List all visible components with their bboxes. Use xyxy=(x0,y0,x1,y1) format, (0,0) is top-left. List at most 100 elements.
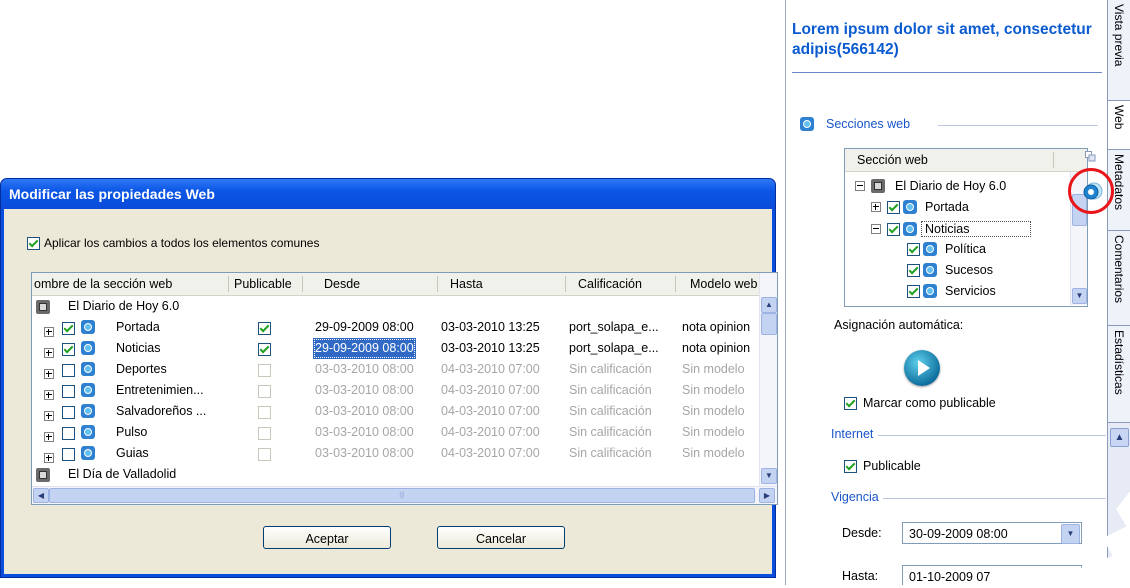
publicable-checkbox[interactable] xyxy=(258,343,271,356)
scroll-right-icon[interactable]: ▶ xyxy=(759,488,775,503)
list-row-root[interactable]: El Diario de Hoy 6.0 xyxy=(32,296,777,317)
expand-icon[interactable] xyxy=(44,390,54,400)
row-checkbox[interactable] xyxy=(62,343,75,356)
sucesos-checkbox[interactable] xyxy=(907,263,920,277)
row-calificacion[interactable]: port_solapa_e... xyxy=(569,338,659,359)
dialog-title[interactable]: Modificar las propiedades Web xyxy=(1,179,775,209)
expand-icon[interactable] xyxy=(44,453,54,463)
column-separator[interactable] xyxy=(228,276,229,292)
column-separator[interactable] xyxy=(675,276,676,292)
tab-web[interactable]: Web xyxy=(1108,101,1130,150)
tree-column-header[interactable]: Sección web xyxy=(845,149,1087,172)
table-row[interactable]: Guias 03-03-2010 08:00 04-03-2010 07:00 … xyxy=(32,443,777,464)
table-row[interactable]: Noticias 29-09-2009 08:00 03-03-2010 13:… xyxy=(32,338,777,359)
apply-all-option[interactable]: Aplicar los cambios a todos los elemento… xyxy=(27,236,319,250)
chevron-down-icon[interactable]: ▼ xyxy=(1061,524,1080,544)
row-hasta[interactable]: 03-03-2010 13:25 xyxy=(441,317,540,338)
publishable-checkbox[interactable] xyxy=(844,459,857,473)
scroll-down-icon[interactable]: ▼ xyxy=(761,468,777,484)
row-calificacion[interactable]: port_solapa_e... xyxy=(569,317,659,338)
tree-node-servicios[interactable]: Servicios xyxy=(907,284,996,298)
desde-value: 30-09-2009 08:00 xyxy=(909,527,1008,541)
tree-node-sucesos[interactable]: Sucesos xyxy=(907,263,993,277)
mark-publishable-checkbox[interactable] xyxy=(844,396,857,410)
cancel-button[interactable]: Cancelar xyxy=(437,526,565,549)
tab-label: Vista previa xyxy=(1112,4,1126,67)
tab-vista-previa[interactable]: Vista previa xyxy=(1108,0,1130,101)
row-calificacion: Sin calificación xyxy=(569,404,652,418)
tab-comentarios[interactable]: Comentarios xyxy=(1108,231,1130,326)
tree-node-politica[interactable]: Política xyxy=(907,242,986,256)
web-sections-list[interactable]: ombre de la sección web Publicable Desde… xyxy=(31,272,778,505)
tree-node-root[interactable]: El Diario de Hoy 6.0 xyxy=(855,179,1006,193)
row-modelo[interactable]: nota opinion xyxy=(682,338,750,359)
row-checkbox[interactable] xyxy=(62,448,75,461)
portada-checkbox[interactable] xyxy=(887,200,900,214)
scroll-down-icon[interactable]: ▼ xyxy=(1072,288,1087,304)
copy-icon[interactable] xyxy=(1085,151,1096,162)
row-checkbox[interactable] xyxy=(62,427,75,440)
column-separator[interactable] xyxy=(565,276,566,292)
column-header-name[interactable]: ombre de la sección web xyxy=(34,273,172,295)
row-modelo: Sin modelo xyxy=(682,446,745,460)
column-header-desde[interactable]: Desde xyxy=(324,273,360,295)
column-separator[interactable] xyxy=(437,276,438,292)
scroll-left-icon[interactable]: ◀ xyxy=(33,488,49,503)
list-vertical-scrollbar[interactable]: ▲ ▼ xyxy=(759,273,777,486)
table-row[interactable]: Entretenimien... 03-03-2010 08:00 04-03-… xyxy=(32,380,777,401)
row-name: Portada xyxy=(116,320,160,334)
row-checkbox[interactable] xyxy=(62,385,75,398)
table-row[interactable]: Portada 29-09-2009 08:00 03-03-2010 13:2… xyxy=(32,317,777,338)
list-horizontal-scrollbar[interactable]: ◀ ||| ▶ xyxy=(32,486,777,504)
servicios-checkbox[interactable] xyxy=(907,284,920,298)
publicable-checkbox[interactable] xyxy=(258,322,271,335)
apply-all-checkbox[interactable] xyxy=(27,236,40,250)
hasta-label: Hasta: xyxy=(842,569,879,583)
accept-button[interactable]: Aceptar xyxy=(263,526,391,549)
tree-node-noticias[interactable]: Noticias xyxy=(871,221,1031,237)
row-desde: 03-03-2010 08:00 xyxy=(315,383,414,397)
expand-icon[interactable] xyxy=(44,369,54,379)
column-header-hasta[interactable]: Hasta xyxy=(450,273,483,295)
publishable-option[interactable]: Publicable xyxy=(844,459,921,473)
collapse-icon[interactable] xyxy=(871,224,881,234)
expand-icon[interactable] xyxy=(44,348,54,358)
column-header-publicable[interactable]: Publicable xyxy=(234,273,292,295)
expand-icon[interactable] xyxy=(44,432,54,442)
tab-estadisticas[interactable]: Estadísticas xyxy=(1108,326,1130,423)
politica-checkbox[interactable] xyxy=(907,242,920,256)
expand-icon[interactable] xyxy=(44,411,54,421)
collapse-icon[interactable] xyxy=(855,181,865,191)
expand-icon[interactable] xyxy=(871,202,881,212)
column-separator[interactable] xyxy=(302,276,303,292)
tabs-scroll-up-icon[interactable]: ▲ xyxy=(1110,428,1129,447)
scroll-thumb[interactable] xyxy=(761,313,777,335)
row-desde[interactable]: 29-09-2009 08:00 xyxy=(315,317,414,338)
row-hasta[interactable]: 03-03-2010 13:25 xyxy=(441,338,540,359)
tree-node-label: Sucesos xyxy=(945,263,993,277)
scroll-up-icon[interactable]: ▲ xyxy=(761,297,777,313)
row-checkbox[interactable] xyxy=(62,322,75,335)
row-checkbox[interactable] xyxy=(62,406,75,419)
auto-assign-play-button[interactable] xyxy=(904,350,940,386)
web-section-icon xyxy=(81,320,95,334)
tree-node-portada[interactable]: Portada xyxy=(871,200,969,214)
web-properties-panel: Lorem ipsum dolor sit amet, consectetur … xyxy=(785,0,1130,585)
scroll-thumb[interactable]: ||| xyxy=(49,488,755,503)
desde-date-select[interactable]: 30-09-2009 08:00 ▼ xyxy=(902,522,1082,544)
row-checkbox[interactable] xyxy=(62,364,75,377)
table-row[interactable]: Deportes 03-03-2010 08:00 04-03-2010 07:… xyxy=(32,359,777,380)
list-row-root[interactable]: El Día de Valladolid xyxy=(32,464,777,485)
web-sections-tree[interactable]: Sección web El Diario de Hoy 6.0 Portada… xyxy=(844,148,1088,307)
web-sections-label: Secciones web xyxy=(826,117,911,131)
column-header-modelo[interactable]: Modelo web xyxy=(690,273,757,295)
row-modelo[interactable]: nota opinion xyxy=(682,317,750,338)
noticias-checkbox[interactable] xyxy=(887,222,900,236)
table-row[interactable]: Salvadoreños ... 03-03-2010 08:00 04-03-… xyxy=(32,401,777,422)
table-row[interactable]: Pulso 03-03-2010 08:00 04-03-2010 07:00 … xyxy=(32,422,777,443)
column-header-calificacion[interactable]: Calificación xyxy=(578,273,642,295)
row-desde-selected[interactable]: 29-09-2009 08:00 xyxy=(313,338,416,359)
hasta-date-select[interactable]: 01-10-2009 07 xyxy=(902,565,1082,585)
mark-publishable-option[interactable]: Marcar como publicable xyxy=(844,396,996,410)
expand-icon[interactable] xyxy=(44,327,54,337)
